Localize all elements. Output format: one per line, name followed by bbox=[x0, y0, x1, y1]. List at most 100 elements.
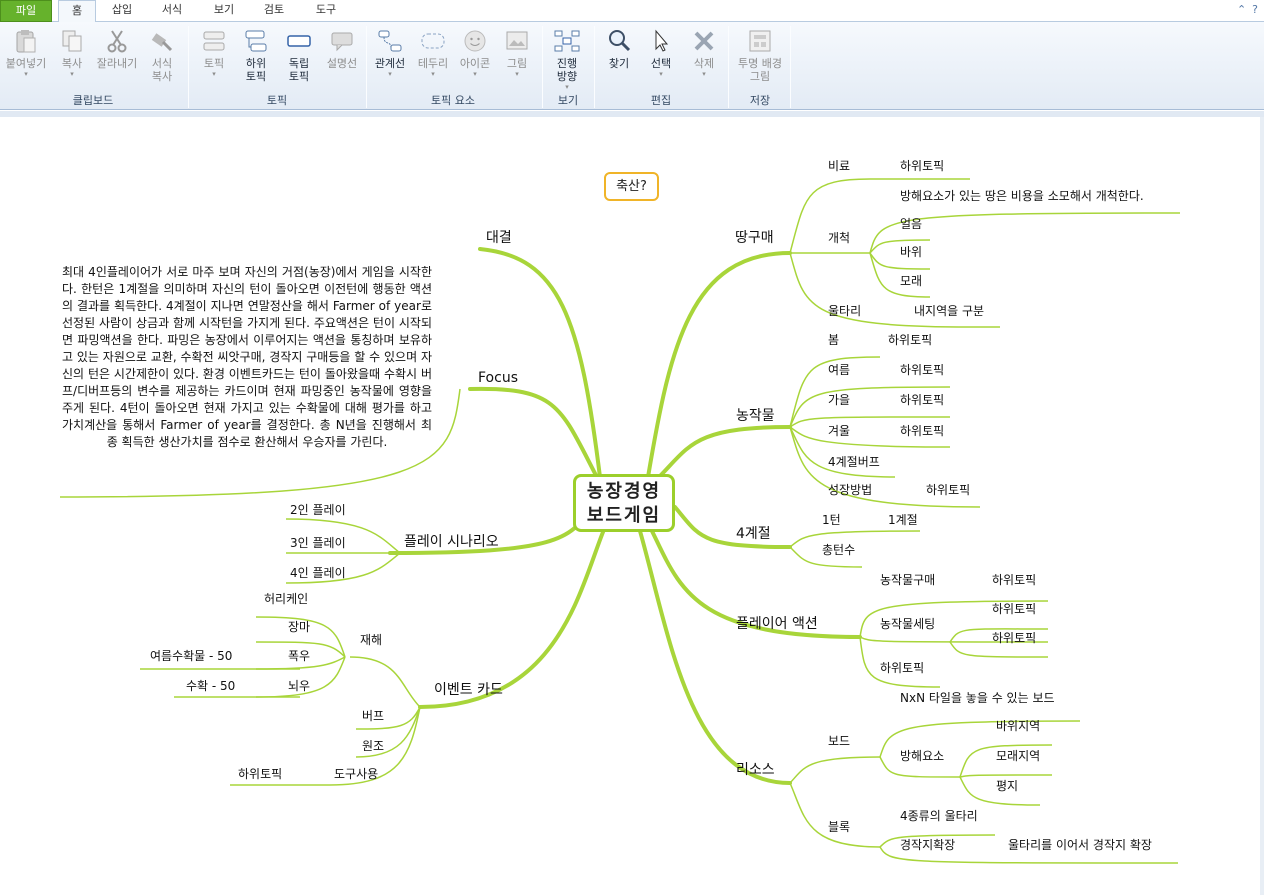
topic-one-turn[interactable]: 1턴 bbox=[822, 513, 841, 527]
topic-board[interactable]: 보드 bbox=[828, 734, 850, 748]
central-topic[interactable]: 농장경영 보드게임 bbox=[573, 474, 675, 532]
crop-purchase-subtopic[interactable]: 하위토픽 bbox=[992, 573, 1036, 587]
cut-button[interactable]: 잘라내기 bbox=[94, 28, 140, 70]
branch-crops bbox=[653, 425, 792, 483]
ribbon-separator bbox=[542, 26, 543, 108]
help-icon[interactable]: ? bbox=[1252, 3, 1258, 16]
topic-land-purchase[interactable]: 땅구매 bbox=[735, 231, 774, 245]
crop-setting-subtopic[interactable]: 하위토픽 bbox=[992, 631, 1036, 645]
topic-player-actions[interactable]: 플레이어 액션 bbox=[736, 617, 818, 631]
mindmap-canvas[interactable]: 농장경영 보드게임 축산? 대결 Focus 최대 4인플레이어가 서로 마주 … bbox=[0, 111, 1264, 895]
format-painter-button[interactable]: 서식 복사 bbox=[144, 28, 180, 83]
ribbon-separator bbox=[366, 26, 367, 108]
one-turn-subtopic[interactable]: 1계절 bbox=[888, 513, 918, 527]
season-subtopic[interactable]: 하위토픽 bbox=[888, 333, 932, 347]
cultivate-item[interactable]: 얼음 bbox=[900, 217, 922, 231]
disaster-item[interactable]: 뇌우 bbox=[288, 679, 310, 693]
select-button[interactable]: 선택 ▾ bbox=[642, 28, 680, 78]
topic-elements-group-label: 토픽 요소 bbox=[431, 94, 475, 107]
image-button[interactable]: 그림 ▾ bbox=[500, 28, 534, 78]
delete-button[interactable]: 삭제 ▾ bbox=[686, 28, 722, 78]
topic-season-buff[interactable]: 4계절버프 bbox=[828, 455, 880, 469]
topic-daegyeol[interactable]: 대결 bbox=[486, 231, 512, 245]
season-subtopic[interactable]: 하위토픽 bbox=[900, 393, 944, 407]
topic-tool-use[interactable]: 도구사용 bbox=[334, 767, 378, 781]
season-subtopic[interactable]: 하위토픽 bbox=[900, 363, 944, 377]
topic-crop-purchase[interactable]: 농작물구매 bbox=[880, 573, 935, 587]
free-topic-button[interactable]: 독립 토픽 bbox=[280, 28, 318, 83]
topic-support[interactable]: 원조 bbox=[362, 739, 384, 753]
save-group-label: 저장 bbox=[749, 94, 771, 107]
tool-use-subtopic[interactable]: 하위토픽 bbox=[238, 767, 282, 781]
season-subtopic[interactable]: 하위토픽 bbox=[900, 424, 944, 438]
fertilizer-subtopic[interactable]: 하위토픽 bbox=[900, 159, 944, 173]
crop-setting-subtopic[interactable]: 하위토픽 bbox=[992, 602, 1036, 616]
relation-button[interactable]: 관계선 ▾ bbox=[372, 28, 408, 78]
topic-four-seasons[interactable]: 4계절 bbox=[736, 527, 771, 541]
disaster-item[interactable]: 허리케인 bbox=[264, 592, 308, 606]
season-autumn[interactable]: 가을 bbox=[828, 393, 850, 407]
topic-event-card[interactable]: 이벤트 카드 bbox=[434, 683, 503, 697]
disaster-item[interactable]: 폭우 bbox=[288, 649, 310, 663]
tab-insert[interactable]: 삽입 bbox=[102, 0, 142, 22]
tab-format[interactable]: 서식 bbox=[152, 0, 192, 22]
obstacle-item[interactable]: 평지 bbox=[996, 779, 1018, 793]
topic-buff[interactable]: 버프 bbox=[362, 709, 384, 723]
topic-growth[interactable]: 성장방법 bbox=[828, 483, 872, 497]
topic-fence[interactable]: 울타리 bbox=[828, 304, 861, 318]
topic-crops[interactable]: 농작물 bbox=[736, 409, 775, 423]
cultivate-item[interactable]: 모래 bbox=[900, 274, 922, 288]
tab-view[interactable]: 보기 bbox=[204, 0, 244, 22]
expand-field-note[interactable]: 울타리를 이어서 경작지 확장 bbox=[1008, 838, 1152, 852]
scenario-item[interactable]: 4인 플레이 bbox=[290, 566, 346, 580]
block-fence[interactable]: 4종류의 울타리 bbox=[900, 809, 978, 823]
obstacle-item[interactable]: 바위지역 bbox=[996, 719, 1040, 733]
tab-tools[interactable]: 도구 bbox=[306, 0, 346, 22]
fence-subtopic[interactable]: 내지역을 구분 bbox=[914, 304, 984, 318]
topic-resources[interactable]: 리소스 bbox=[736, 763, 775, 777]
copy-button[interactable]: 복사 ▾ bbox=[54, 28, 90, 78]
cultivate-item[interactable]: 바위 bbox=[900, 245, 922, 259]
storm-note[interactable]: 수확 - 50 bbox=[186, 679, 235, 693]
direction-button[interactable]: 진행 방향 ▾ bbox=[548, 28, 586, 91]
icon-button[interactable]: 아이콘 ▾ bbox=[456, 28, 494, 78]
focus-note[interactable]: 최대 4인플레이어가 서로 마주 보며 자신의 거점(농장)에서 게임을 시작한… bbox=[62, 264, 432, 451]
heavy-rain-note[interactable]: 여름수확물 - 50 bbox=[150, 649, 232, 663]
season-summer[interactable]: 여름 bbox=[828, 363, 850, 377]
tab-home[interactable]: 홈 bbox=[58, 0, 96, 23]
cultivate-note[interactable]: 방해요소가 있는 땅은 비용을 소모해서 개척한다. bbox=[900, 189, 1144, 203]
paste-button[interactable]: 붙여넣기 ▾ bbox=[4, 28, 48, 78]
vertical-scrollbar[interactable] bbox=[1260, 117, 1264, 895]
tab-file[interactable]: 파일 bbox=[0, 0, 52, 22]
boundary-button[interactable]: 테두리 ▾ bbox=[414, 28, 452, 78]
topic-scenario[interactable]: 플레이 시나리오 bbox=[404, 535, 499, 549]
callout-button[interactable]: 설명선 bbox=[322, 28, 362, 70]
floating-topic[interactable]: 축산? bbox=[604, 172, 659, 201]
topic-button[interactable]: 토픽 ▾ bbox=[196, 28, 232, 78]
topic-fertilizer[interactable]: 비료 bbox=[828, 159, 850, 173]
find-button[interactable]: 찾기 bbox=[600, 28, 638, 70]
topic-crop-setting[interactable]: 농작물세팅 bbox=[880, 617, 935, 631]
tab-review[interactable]: 검토 bbox=[254, 0, 294, 22]
obstacle-item[interactable]: 모래지역 bbox=[996, 749, 1040, 763]
topic-focus[interactable]: Focus bbox=[478, 371, 518, 385]
ribbon-separator bbox=[594, 26, 595, 108]
topic-expand-field[interactable]: 경작지확장 bbox=[900, 838, 955, 852]
layout-direction-icon bbox=[554, 30, 580, 52]
season-spring[interactable]: 봄 bbox=[828, 333, 839, 347]
topic-block[interactable]: 블록 bbox=[828, 820, 850, 834]
topic-total-turns[interactable]: 총턴수 bbox=[822, 543, 855, 557]
season-winter[interactable]: 겨울 bbox=[828, 424, 850, 438]
transparent-background-image-button[interactable]: 투명 배경 그림 bbox=[734, 28, 786, 83]
scenario-item[interactable]: 3인 플레이 bbox=[290, 536, 346, 550]
scenario-item[interactable]: 2인 플레이 bbox=[290, 503, 346, 517]
board-note[interactable]: NxN 타일을 놓을 수 있는 보드 bbox=[900, 691, 1055, 705]
subtopic-button[interactable]: 하위 토픽 bbox=[238, 28, 274, 83]
disaster-item[interactable]: 장마 bbox=[288, 620, 310, 634]
actions-subtopic[interactable]: 하위토픽 bbox=[880, 661, 924, 675]
topic-cultivate[interactable]: 개척 bbox=[828, 231, 850, 245]
topic-disaster[interactable]: 재해 bbox=[360, 633, 382, 647]
growth-subtopic[interactable]: 하위토픽 bbox=[926, 483, 970, 497]
topic-obstacle[interactable]: 방해요소 bbox=[900, 749, 944, 763]
collapse-ribbon-icon[interactable]: ⌃ bbox=[1237, 3, 1246, 16]
